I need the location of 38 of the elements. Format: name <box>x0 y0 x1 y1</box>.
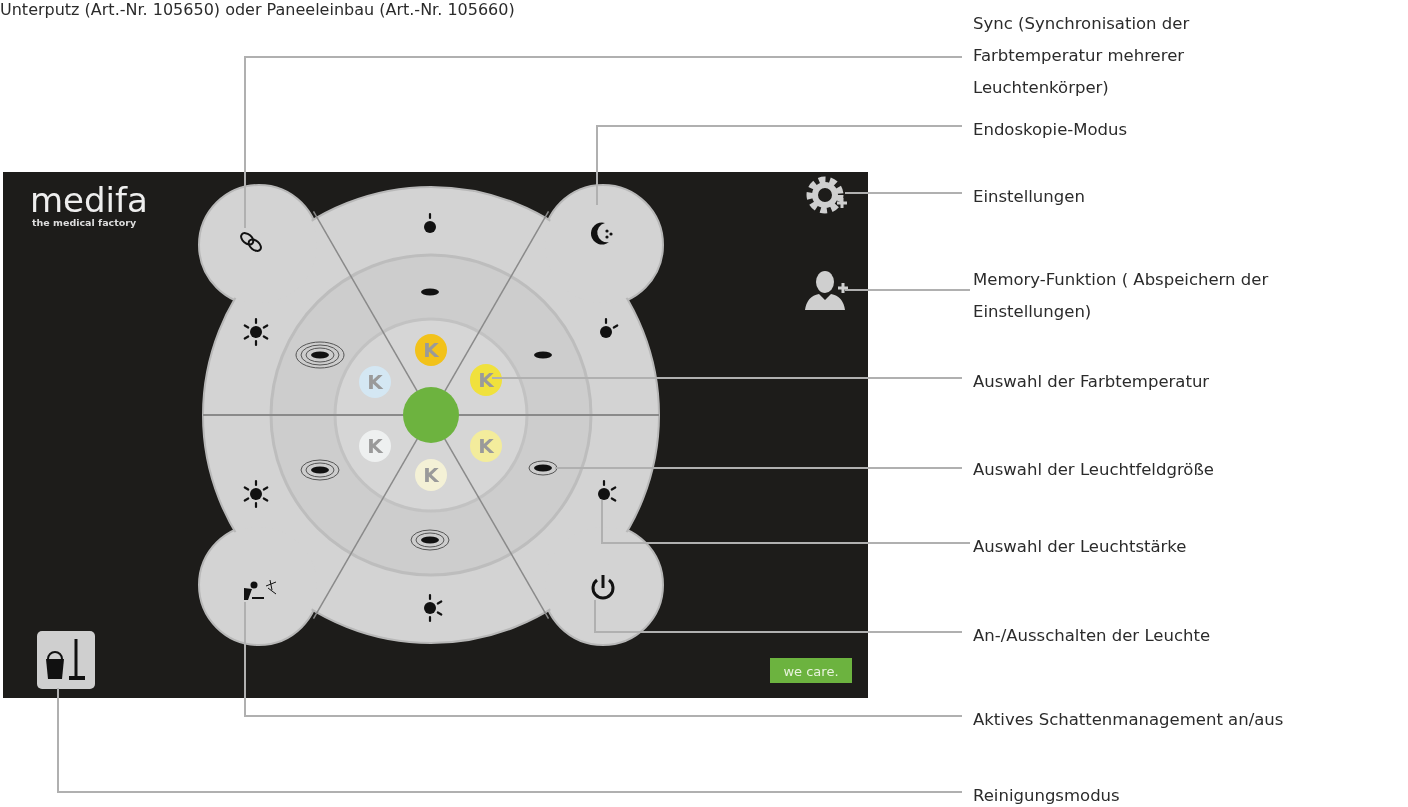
chain-icon[interactable] <box>240 232 262 252</box>
callout-label: Sync (Synchronisation der Farbtemperatur mehrerer Leuchtenkörper) <box>973 13 1190 99</box>
ellipse-icon[interactable] <box>300 459 340 481</box>
logo-name: medifa <box>30 180 148 220</box>
we-care-badge: we care. <box>770 658 852 683</box>
sun-icon[interactable] <box>424 593 443 623</box>
sun-icon[interactable] <box>243 479 269 509</box>
callout-label: An-/Ausschalten der Leuchte <box>973 625 1211 647</box>
color-temperature-button[interactable]: K <box>470 364 502 396</box>
callout-label: Endoskopie-Modus <box>973 119 1128 141</box>
color-temperature-button[interactable]: K <box>359 430 391 462</box>
moon-icon[interactable] <box>590 222 613 245</box>
color-temperature-button[interactable]: K <box>415 334 447 366</box>
sun-icon[interactable] <box>598 479 617 502</box>
callout-label: Auswahl der Leuchtstärke <box>973 536 1187 558</box>
sun-icon[interactable] <box>424 212 436 233</box>
callout-label: Aktives Schattenmanagement an/aus <box>973 709 1284 731</box>
power-icon[interactable] <box>591 575 615 600</box>
callout-label: Einstellungen <box>973 186 1085 208</box>
sun-icon[interactable] <box>243 317 269 347</box>
ellipse-icon[interactable] <box>295 341 345 369</box>
user-plus-icon[interactable] <box>805 271 850 310</box>
callout-label: Auswahl der Leuchtfeldgröße <box>973 459 1214 481</box>
ellipse-icon[interactable] <box>534 351 552 359</box>
intro-text: Unterputz (Art.-Nr. 105650) oder Paneeleinbau (Art.-Nr. 105660) <box>0 0 515 19</box>
logo-tagline: the medical factory <box>32 217 137 228</box>
callout-label: Memory-Funktion ( Abspeichern der Einstellungen) <box>973 269 1269 323</box>
color-temperature-button[interactable]: K <box>470 430 502 462</box>
color-temperature-button[interactable]: K <box>359 366 391 398</box>
ellipse-icon[interactable] <box>528 460 558 476</box>
cleaning-button[interactable] <box>37 631 95 689</box>
color-temperature-button[interactable]: K <box>415 459 447 491</box>
callout-label: Auswahl der Farbtemperatur <box>973 371 1210 393</box>
sun-icon[interactable] <box>600 317 619 338</box>
gear-plus-icon[interactable] <box>806 176 849 214</box>
ellipse-icon[interactable] <box>421 288 439 296</box>
callout-label: Reinigungsmodus <box>973 785 1120 807</box>
ellipse-icon[interactable] <box>410 529 450 551</box>
